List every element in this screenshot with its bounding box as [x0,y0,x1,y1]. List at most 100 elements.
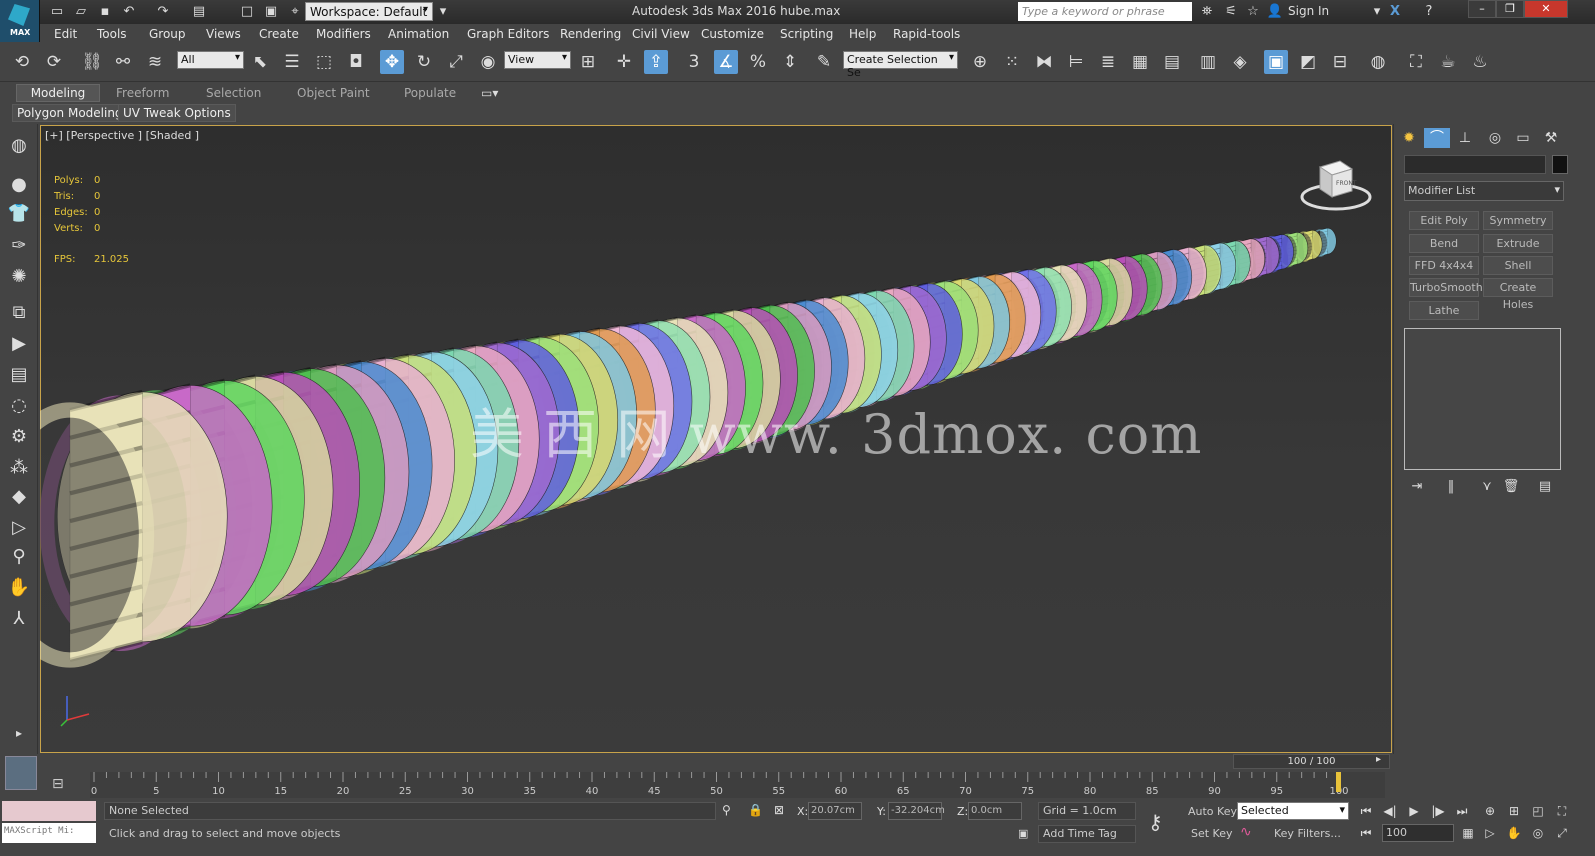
select-and-move-icon[interactable]: ✥ [380,50,404,74]
tab-freeform[interactable]: Freeform [116,86,169,100]
render-online-icon[interactable]: ◍ [1366,50,1390,74]
edit-named-selection-icon[interactable]: ✎ [812,50,836,74]
modify-panel-tab[interactable]: ⌒ [1424,128,1450,148]
play-script-icon[interactable]: ▶ [5,331,33,357]
key-mode-toggle-icon[interactable]: ⏮ [1356,824,1376,842]
menu-group[interactable]: Group [149,27,186,41]
field-of-view-icon[interactable]: ▷ [1480,824,1500,842]
tab-populate[interactable]: Populate [404,86,456,100]
track-bar-icon[interactable]: ⊟ [52,776,64,792]
workspace-dropdown[interactable]: Workspace: Default [305,2,433,21]
object-color-swatch[interactable] [1552,155,1568,174]
hierarchy-panel-tab[interactable]: ⊥ [1452,128,1478,148]
maxscript-mini-listener[interactable]: MAXScript Mi: [2,823,96,843]
save-icon[interactable]: ▪ [96,3,114,20]
color-cube-icon[interactable]: ◆ [5,484,33,510]
workspace-icon[interactable]: ⌖ [286,3,304,20]
maxscript-icon[interactable]: ⧉ [5,300,33,326]
previous-frame-icon[interactable]: ◀| [1380,802,1400,820]
current-frame-field[interactable]: 100 [1382,824,1454,842]
pivot-center-icon[interactable]: ⊞ [576,50,600,74]
named-selection-sets-dropdown[interactable]: Create Selection Se [843,51,958,79]
time-config-icon[interactable]: ▦ [1458,824,1478,842]
minimize-button[interactable]: – [1468,0,1496,18]
modifier-extrude-button[interactable]: Extrude [1483,234,1553,253]
editor-icon[interactable]: ▤ [5,362,33,388]
open-file-icon[interactable]: ▱ [72,3,90,20]
maximize-viewport-icon[interactable]: ⤢ [1552,824,1572,842]
undo-icon[interactable]: ↶ [120,3,138,20]
zoom-all-icon[interactable]: ⊞ [1504,802,1524,820]
menu-tools[interactable]: Tools [97,27,127,41]
time-slider[interactable]: 100 / 100 [1233,754,1390,769]
teapot-render-icon[interactable]: ☕ [1436,50,1460,74]
x-coord-field[interactable]: 20.07cm [808,802,862,820]
bind-space-warp-icon[interactable]: ≋ [143,50,167,74]
pan-hand-icon[interactable]: ✋ [5,575,33,601]
tab-selection[interactable]: Selection [206,86,261,100]
modifier-turbosmooth-button[interactable]: TurboSmooth [1409,278,1483,297]
layer-manager-icon[interactable]: ≣ [1096,50,1120,74]
align-icon[interactable]: ⊨ [1064,50,1088,74]
help-icon[interactable]: ? [1420,3,1438,20]
key-target-dropdown[interactable]: Selected [1237,802,1349,820]
schematic-view-icon[interactable]: ▥ [1196,50,1220,74]
menu-rapid-tools[interactable]: Rapid-tools [893,27,960,41]
modifier-shell-button[interactable]: Shell [1483,256,1553,275]
ribbon-options-icon[interactable]: ▭▾ [481,86,498,100]
menu-modifiers[interactable]: Modifiers [316,27,371,41]
menu-create[interactable]: Create [259,27,299,41]
menu-scripting[interactable]: Scripting [780,27,833,41]
snaps-toggle-icon[interactable]: 3 [682,50,706,74]
modifier-list-dropdown[interactable]: Modifier List [1404,181,1564,201]
close-button[interactable]: ✕ [1524,0,1568,18]
time-next-arrow-icon[interactable]: ▸ [1376,754,1381,765]
menu-rendering[interactable]: Rendering [560,27,621,41]
walk-icon[interactable]: ▷ [5,515,33,541]
orbit-view-icon[interactable]: ◎ [1528,824,1548,842]
motion-panel-tab[interactable]: ◎ [1482,128,1508,148]
utilities-panel-tab[interactable]: ⚒ [1538,128,1564,148]
scene-explorer-icon[interactable]: ◍ [5,133,33,159]
render-iterative-icon[interactable]: ♨ [1468,50,1492,74]
orbit-icon[interactable]: ◌ [5,393,33,419]
keyboard-shortcut-override-icon[interactable]: ⇪ [644,50,668,74]
menu-edit[interactable]: Edit [54,27,77,41]
unlink-icon[interactable]: ⚯ [111,50,135,74]
link-icon[interactable]: ⛓ [80,50,104,74]
curve-editor-icon[interactable]: ▤ [1160,50,1184,74]
tab-modeling[interactable]: Modeling [16,84,100,102]
rendered-frame-window-icon[interactable]: ◩ [1296,50,1320,74]
zoom-icon[interactable]: ⚲ [5,544,33,570]
search-input[interactable]: Type a keyword or phrase [1018,2,1192,21]
mirror-icon[interactable]: ⧓ [1032,50,1056,74]
menu-graph-editors[interactable]: Graph Editors [467,27,549,41]
maximize-button[interactable]: ❐ [1496,0,1524,18]
redo-icon[interactable]: ⟳ [42,50,66,74]
quick-access-more-icon[interactable]: ▾ [434,3,452,20]
spinner-snap-icon[interactable]: ⇕ [778,50,802,74]
modifier-ffd-button[interactable]: FFD 4x4x4 [1409,256,1479,275]
modifier-edit-poly-button[interactable]: Edit Poly [1409,211,1479,230]
rectangular-selection-icon[interactable]: ⬚ [312,50,336,74]
signin-dropdown-icon[interactable]: ▾ [1368,3,1386,20]
redo-icon[interactable]: ↷ [154,3,172,20]
select-manipulate-icon[interactable]: ✛ [612,50,636,74]
object-name-field[interactable] [1404,155,1546,174]
maxscript-listener-output[interactable] [2,801,96,821]
pan-view-icon[interactable]: ✋ [1504,824,1524,842]
configure-sets-icon[interactable]: ▤ [1534,478,1556,496]
select-object-icon[interactable]: ⬉ [248,50,272,74]
selection-filter-dropdown[interactable]: All [177,51,244,69]
go-to-start-icon[interactable]: ⏮ [1356,802,1376,820]
make-unique-icon[interactable]: ⋎ [1476,478,1498,496]
new-file-icon[interactable]: ▭ [48,3,66,20]
exchange-icon[interactable]: X [1386,3,1404,20]
render-production-icon[interactable]: ⊟ [1328,50,1352,74]
viewport-label[interactable]: [+] [Perspective ] [Shaded ] [45,129,199,142]
dots-icon[interactable]: ⁂ [5,455,33,481]
modifier-lathe-button[interactable]: Lathe [1409,301,1479,320]
communication-center-icon[interactable]: ⚟ [1222,3,1240,20]
create-panel-tab[interactable]: ✹ [1396,128,1422,148]
subtab-uv-tweak-options[interactable]: UV Tweak Options [118,104,236,122]
